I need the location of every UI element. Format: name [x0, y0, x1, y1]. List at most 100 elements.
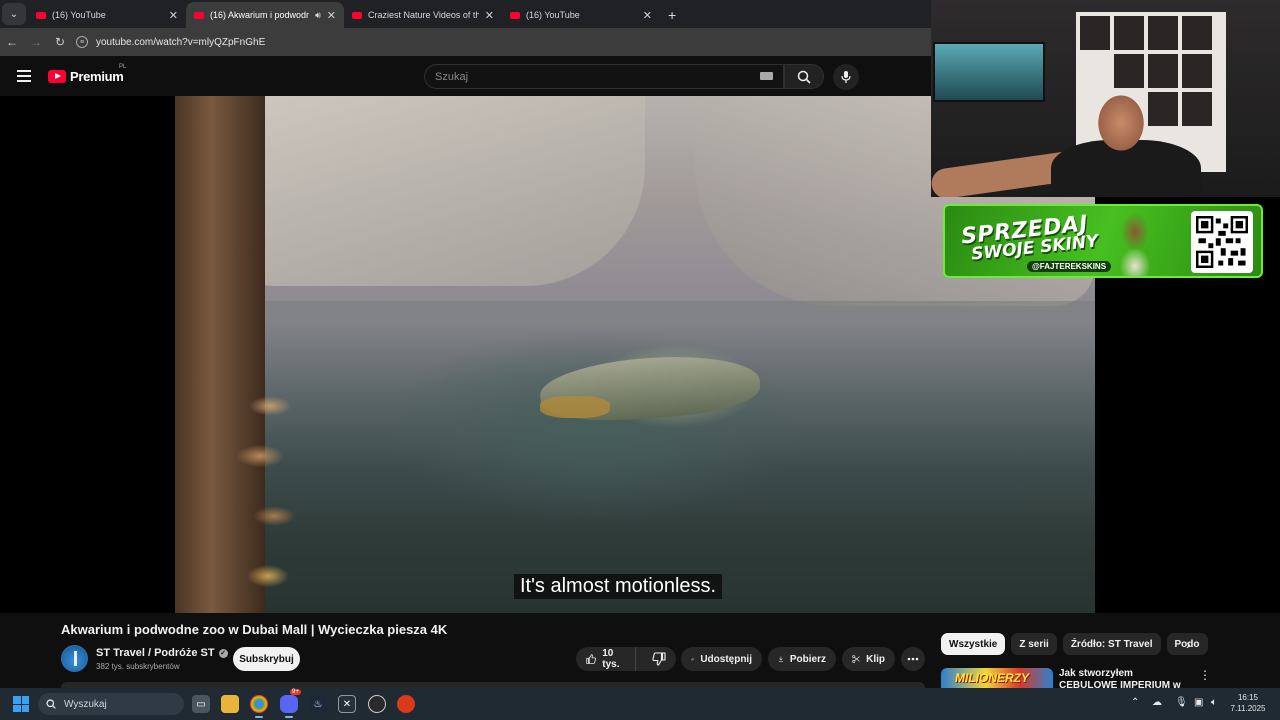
- browser-tab[interactable]: (16) YouTube ✕: [28, 2, 186, 28]
- channel-name-text: ST Travel / Podróże ST: [96, 647, 215, 659]
- xbox-app-icon[interactable]: ✕: [338, 695, 356, 713]
- taskbar-search-input[interactable]: Wyszukaj: [38, 693, 184, 715]
- search-button[interactable]: [784, 64, 824, 89]
- windows-start-icon[interactable]: [13, 696, 29, 712]
- tab-title: (16) YouTube: [52, 10, 106, 20]
- like-count: 10 tys.: [602, 648, 620, 670]
- discord-badge: 9+: [290, 689, 301, 695]
- chip-series[interactable]: Z serii: [1011, 633, 1057, 655]
- share-button[interactable]: Udostępnij: [681, 647, 762, 671]
- download-label: Pobierz: [789, 653, 826, 665]
- microphone-tray-icon[interactable]: 🎙︎: [1175, 697, 1188, 708]
- url-text: youtube.com/watch?v=mlyQZpFnGhE: [96, 36, 266, 48]
- taskbar-clock[interactable]: 16:15 7.11.2025: [1226, 692, 1270, 714]
- water-surface: [175, 301, 1095, 331]
- youtube-play-icon: [48, 70, 66, 83]
- more-actions-button[interactable]: [901, 647, 925, 671]
- video-subtitle: It's almost motionless.: [514, 574, 723, 599]
- tab-close-icon[interactable]: ✕: [485, 9, 494, 22]
- search-input[interactable]: Szukaj: [424, 64, 784, 89]
- download-button[interactable]: Pobierz: [768, 647, 836, 671]
- microphone-icon: [841, 71, 851, 83]
- share-label: Udostępnij: [700, 653, 752, 665]
- search-placeholder: Szukaj: [435, 70, 469, 83]
- volume-icon[interactable]: 🔈︎: [1211, 697, 1217, 708]
- file-explorer-icon[interactable]: [221, 695, 239, 713]
- share-icon: [691, 657, 695, 661]
- subscriber-count: 382 tys. subskrybentów: [96, 662, 180, 671]
- more-horizontal-icon: [907, 657, 919, 661]
- clock-time: 16:15: [1237, 693, 1259, 702]
- browser-tab[interactable]: (16) YouTube ✕: [502, 2, 660, 28]
- youtube-favicon-icon: [352, 11, 362, 19]
- taskbar-search-placeholder: Wyszukaj: [64, 698, 107, 710]
- clip-label: Klip: [866, 653, 885, 665]
- channel-avatar[interactable]: [61, 645, 88, 672]
- back-arrow-icon[interactable]: ←: [0, 35, 24, 49]
- voice-search-button[interactable]: [833, 64, 859, 90]
- browser-tabstrip: ⌄ (16) YouTube ✕ (16) Akwarium i podwodn…: [0, 0, 931, 28]
- chip-source[interactable]: Źródło: ST Travel: [1062, 633, 1161, 655]
- clip-button[interactable]: Klip: [842, 647, 895, 671]
- mushroom-cluster: [230, 376, 310, 596]
- webcam-person-head: [1081, 85, 1161, 197]
- verified-icon: ✓: [218, 648, 228, 658]
- forward-arrow-icon[interactable]: →: [24, 35, 48, 49]
- tab-search-button[interactable]: ⌄: [2, 3, 26, 25]
- keyboard-icon[interactable]: [760, 72, 773, 80]
- download-icon: [778, 656, 784, 662]
- webcam-aquarium: [933, 42, 1045, 102]
- promo-handle: @FAJTEREKSKINS: [1027, 261, 1112, 272]
- promo-banner: SPRZEDAJ SWOJE SKINY @FAJTEREKSKINS: [943, 204, 1263, 278]
- thumbs-down-icon: [652, 652, 666, 666]
- youtube-favicon-icon: [510, 11, 520, 19]
- speaker-icon[interactable]: 🔊︎: [315, 10, 321, 21]
- tab-close-icon[interactable]: ✕: [643, 9, 652, 22]
- chrome-icon[interactable]: [250, 695, 268, 718]
- cloud-icon[interactable]: ☁: [1152, 697, 1162, 708]
- browser-tab[interactable]: Craziest Nature Videos of the D ✕: [344, 2, 502, 28]
- youtube-premium-logo[interactable]: Premium PL: [48, 64, 126, 84]
- chip-all[interactable]: Wszystkie: [941, 633, 1006, 655]
- promo-dog-image: [1100, 208, 1170, 276]
- crocodile-snout: [540, 396, 610, 418]
- qr-code-icon: [1196, 216, 1248, 268]
- chevron-up-icon[interactable]: ⌃: [1131, 697, 1139, 708]
- site-info-icon[interactable]: ≡: [76, 36, 88, 48]
- recommendation-thumbnail[interactable]: MILIONERZY: [941, 668, 1053, 690]
- channel-name[interactable]: ST Travel / Podróże ST ✓: [96, 647, 228, 659]
- filter-chips: Wszystkie Z serii Źródło: ST Travel Podo: [941, 633, 1209, 655]
- menu-icon[interactable]: [17, 70, 31, 82]
- tab-close-icon[interactable]: ✕: [327, 9, 336, 22]
- reload-icon[interactable]: ↻: [48, 35, 72, 49]
- subscribe-button[interactable]: Subskrybuj: [233, 647, 300, 671]
- taskbar: Wyszukaj ▭ 9+ ♨ ✕ ⌃ ☁ 🎙︎ ▣ 🔈︎ 16:15 7.11…: [0, 688, 1280, 720]
- like-button[interactable]: 10 tys.: [576, 647, 636, 671]
- thumbnail-text: MILIONERZY: [955, 671, 1029, 685]
- dislike-button[interactable]: [642, 647, 676, 671]
- youtube-favicon-icon: [194, 11, 204, 19]
- tab-title: (16) YouTube: [526, 10, 580, 20]
- youtube-favicon-icon: [36, 11, 46, 19]
- task-view-icon[interactable]: ▭: [192, 695, 210, 713]
- rock-wall-left: [215, 96, 645, 286]
- search-icon: [46, 699, 56, 709]
- recommendation-title[interactable]: Jak stworzyłem CEBULOWE IMPERIUM w grze …: [1059, 668, 1194, 688]
- app-icon[interactable]: [397, 695, 415, 713]
- streamer-webcam: [931, 0, 1280, 197]
- tab-title: Craziest Nature Videos of the D: [368, 10, 479, 20]
- scissors-icon: [852, 655, 860, 663]
- chevron-right-icon[interactable]: ›: [1186, 636, 1191, 652]
- discord-icon[interactable]: 9+: [280, 689, 301, 718]
- browser-tab-active[interactable]: (16) Akwarium i podwodne 🔊︎ ✕: [186, 2, 344, 28]
- country-code: PL: [119, 64, 127, 70]
- new-tab-button[interactable]: +: [668, 7, 676, 23]
- address-bar: ← → ↻ ≡ youtube.com/watch?v=mlyQZpFnGhE: [0, 28, 931, 56]
- network-icon[interactable]: ▣: [1194, 697, 1203, 708]
- tab-close-icon[interactable]: ✕: [169, 9, 178, 22]
- more-vertical-icon[interactable]: ⋮: [1199, 668, 1211, 682]
- thumbs-up-icon: [586, 654, 596, 664]
- url-field[interactable]: ≡ youtube.com/watch?v=mlyQZpFnGhE: [76, 36, 265, 48]
- steam-icon[interactable]: ♨: [309, 695, 327, 713]
- obs-icon[interactable]: [368, 695, 386, 713]
